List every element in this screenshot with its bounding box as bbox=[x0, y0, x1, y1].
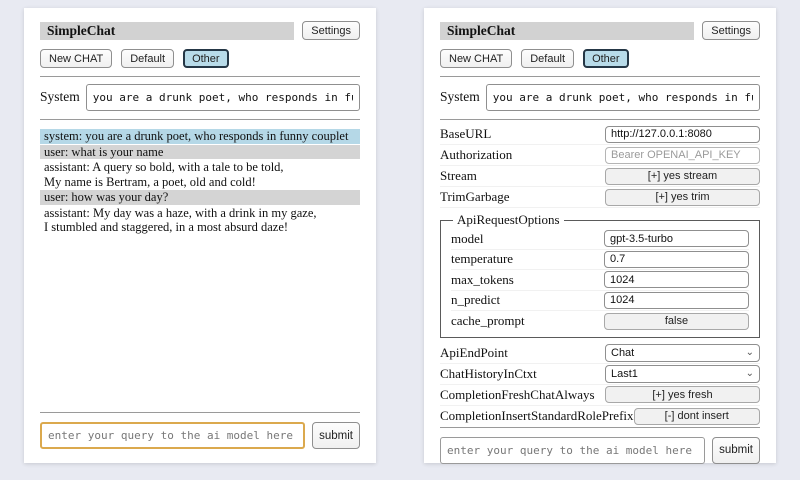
session-other-button[interactable]: Other bbox=[583, 49, 629, 68]
chat-message-user: user: what is your name bbox=[40, 145, 360, 160]
setting-row-model: model bbox=[451, 229, 749, 250]
max-tokens-input[interactable] bbox=[604, 271, 749, 288]
chat-message-assistant: assistant: My day was a haze, with a dri… bbox=[40, 206, 360, 235]
completion-fresh-label: CompletionFreshChatAlways bbox=[440, 387, 595, 403]
baseurl-label: BaseURL bbox=[440, 126, 491, 142]
divider bbox=[440, 76, 760, 77]
titlebar: SimpleChat Settings bbox=[440, 21, 760, 40]
chat-history-select[interactable]: Last1 ⌄ bbox=[605, 365, 760, 383]
divider bbox=[440, 427, 760, 428]
max-tokens-label: max_tokens bbox=[451, 272, 514, 288]
api-endpoint-select[interactable]: Chat ⌄ bbox=[605, 344, 760, 362]
api-request-options-legend: ApiRequestOptions bbox=[453, 212, 564, 228]
submit-button[interactable]: submit bbox=[712, 437, 760, 464]
setting-row-role-prefix: CompletionInsertStandardRolePrefix [-] d… bbox=[440, 406, 760, 427]
chat-history-label: ChatHistoryInCtxt bbox=[440, 366, 537, 382]
chat-log: system: you are a drunk poet, who respon… bbox=[40, 129, 360, 236]
chat-message-assistant: assistant: A query so bold, with a tale … bbox=[40, 160, 360, 189]
chat-panel: SimpleChat Settings New CHAT Default Oth… bbox=[24, 8, 376, 463]
setting-row-max-tokens: max_tokens bbox=[451, 270, 749, 291]
model-input[interactable] bbox=[604, 230, 749, 247]
trim-garbage-toggle-button[interactable]: [+] yes trim bbox=[605, 189, 760, 206]
trim-garbage-label: TrimGarbage bbox=[440, 189, 510, 205]
system-prompt-input[interactable] bbox=[486, 84, 760, 111]
system-prompt-row: System bbox=[40, 84, 360, 111]
cache-prompt-toggle-button[interactable]: false bbox=[604, 313, 749, 330]
setting-row-trimgarbage: TrimGarbage [+] yes trim bbox=[440, 187, 760, 208]
titlebar: SimpleChat Settings bbox=[40, 21, 360, 40]
query-input[interactable] bbox=[40, 422, 305, 449]
submit-button[interactable]: submit bbox=[312, 422, 360, 449]
session-default-button[interactable]: Default bbox=[521, 49, 574, 68]
cache-prompt-label: cache_prompt bbox=[451, 313, 525, 329]
settings-list: BaseURL Authorization Stream [+] yes str… bbox=[440, 124, 760, 427]
query-area: submit bbox=[424, 427, 776, 478]
setting-row-completion-fresh: CompletionFreshChatAlways [+] yes fresh bbox=[440, 385, 760, 406]
completion-fresh-toggle-button[interactable]: [+] yes fresh bbox=[605, 386, 760, 403]
role-prefix-label: CompletionInsertStandardRolePrefix bbox=[440, 408, 634, 424]
divider bbox=[40, 119, 360, 120]
query-area: submit bbox=[24, 412, 376, 463]
session-other-button[interactable]: Other bbox=[183, 49, 229, 68]
authorization-input[interactable] bbox=[605, 147, 760, 164]
setting-row-api-endpoint: ApiEndPoint Chat ⌄ bbox=[440, 343, 760, 364]
n-predict-label: n_predict bbox=[451, 292, 500, 308]
session-tabs: New CHAT Default Other bbox=[40, 49, 360, 68]
setting-row-stream: Stream [+] yes stream bbox=[440, 166, 760, 187]
n-predict-input[interactable] bbox=[604, 292, 749, 309]
temperature-label: temperature bbox=[451, 251, 513, 267]
app-title: SimpleChat bbox=[40, 22, 294, 40]
chat-history-selected-value: Last1 bbox=[611, 368, 638, 380]
settings-button[interactable]: Settings bbox=[702, 21, 760, 40]
setting-row-temperature: temperature bbox=[451, 250, 749, 271]
divider bbox=[440, 119, 760, 120]
chat-message-system: system: you are a drunk poet, who respon… bbox=[40, 129, 360, 144]
divider bbox=[40, 76, 360, 77]
divider bbox=[40, 412, 360, 413]
stream-toggle-button[interactable]: [+] yes stream bbox=[605, 168, 760, 185]
temperature-input[interactable] bbox=[604, 251, 749, 268]
setting-row-baseurl: BaseURL bbox=[440, 124, 760, 145]
setting-row-n-predict: n_predict bbox=[451, 291, 749, 312]
role-prefix-toggle-button[interactable]: [-] dont insert bbox=[634, 408, 760, 425]
api-endpoint-selected-value: Chat bbox=[611, 347, 634, 359]
setting-row-chat-history: ChatHistoryInCtxt Last1 ⌄ bbox=[440, 364, 760, 385]
setting-row-authorization: Authorization bbox=[440, 145, 760, 166]
system-prompt-label: System bbox=[440, 84, 480, 105]
stream-label: Stream bbox=[440, 168, 477, 184]
system-prompt-label: System bbox=[40, 84, 80, 105]
query-input[interactable] bbox=[440, 437, 705, 464]
baseurl-input[interactable] bbox=[605, 126, 760, 143]
chevron-down-icon: ⌄ bbox=[746, 370, 754, 378]
session-new-chat-button[interactable]: New CHAT bbox=[440, 49, 512, 68]
setting-row-cache-prompt: cache_prompt false bbox=[451, 311, 749, 332]
app-title: SimpleChat bbox=[440, 22, 694, 40]
api-request-options-fieldset: ApiRequestOptions model temperature max_… bbox=[440, 212, 760, 338]
session-new-chat-button[interactable]: New CHAT bbox=[40, 49, 112, 68]
chevron-down-icon: ⌄ bbox=[746, 349, 754, 357]
settings-button[interactable]: Settings bbox=[302, 21, 360, 40]
authorization-label: Authorization bbox=[440, 147, 512, 163]
system-prompt-row: System bbox=[440, 84, 760, 111]
session-tabs: New CHAT Default Other bbox=[440, 49, 760, 68]
model-label: model bbox=[451, 231, 484, 247]
session-default-button[interactable]: Default bbox=[121, 49, 174, 68]
chat-message-user: user: how was your day? bbox=[40, 190, 360, 205]
api-endpoint-label: ApiEndPoint bbox=[440, 345, 508, 361]
system-prompt-input[interactable] bbox=[86, 84, 360, 111]
settings-panel: SimpleChat Settings New CHAT Default Oth… bbox=[424, 8, 776, 463]
